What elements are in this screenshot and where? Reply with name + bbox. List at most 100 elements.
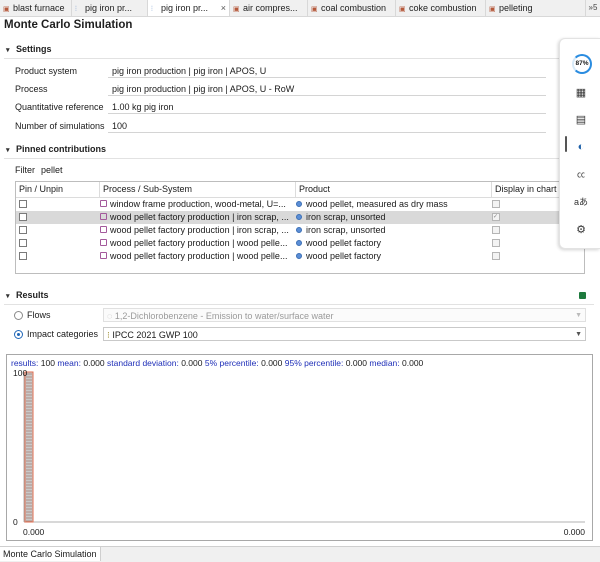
quantitative-reference-value: 1.00 kg pig iron (108, 100, 546, 114)
impact-category-select-value: IPCC 2021 GWP 100 (112, 330, 198, 340)
divider (4, 58, 594, 59)
table-row[interactable]: window frame production, wood-metal, U=.… (16, 198, 584, 211)
pin-checkbox[interactable] (19, 212, 27, 221)
tab-monte-carlo-simulation[interactable]: Monte Carlo Simulation (0, 547, 101, 561)
display-in-chart-checkbox-checked[interactable]: ✓ (492, 212, 500, 221)
tab-coal-combustion[interactable]: ▣ coal combustion (308, 0, 396, 16)
chevron-down-icon: ▾ (6, 293, 10, 300)
product-system-label: Product system (15, 66, 78, 76)
process-name: wood pellet factory production | wood pe… (110, 251, 288, 261)
product-system-link[interactable]: pig iron production | pig iron | APOS, U (108, 64, 546, 78)
column-header-product[interactable]: Product (296, 182, 492, 197)
section-title: Settings (16, 44, 52, 54)
table-header: Pin / Unpin Process / Sub-System Product… (16, 182, 584, 198)
filter-label: Filter (15, 165, 35, 175)
impact-categories-label: Impact categories (27, 329, 99, 339)
product-icon (296, 252, 302, 259)
editor-tab-bar: ▣ blast furnace ⫶ pig iron pr... ⫶ pig iron… (0, 0, 600, 17)
settings-section-header[interactable]: ▾ Settings (6, 42, 52, 56)
product-system-icon: ⫶ (151, 6, 153, 13)
process-icon: ▣ (3, 6, 10, 13)
tab-blast-furnace[interactable]: ▣ blast furnace (0, 0, 72, 16)
table-row[interactable]: wood pellet factory production | wood pe… (16, 250, 584, 263)
tab-pelleting[interactable]: ▣ pelleting (486, 0, 586, 16)
chip-icon[interactable]: ▦ (570, 82, 592, 104)
tab-pig-iron-2[interactable]: ⫶ pig iron pr... × (148, 0, 230, 16)
table-row[interactable]: wood pellet factory production | iron sc… (16, 211, 584, 224)
tab-label: coke combustion (409, 3, 477, 13)
process-name: wood pellet factory production | wood pe… (110, 238, 288, 248)
flow-select-value: 1,2-Dichlorobenzene - Emission to water/… (114, 311, 334, 321)
pinned-section-header[interactable]: ▾ Pinned contributions (6, 142, 106, 156)
monte-carlo-chart: results: 100 mean: 0.000 standard deviat… (6, 354, 593, 541)
number-of-simulations-input[interactable]: 100 (108, 119, 546, 133)
tab-air-compressor[interactable]: ▣ air compres... (230, 0, 308, 16)
pin-checkbox[interactable] (19, 238, 27, 247)
x-tick-label-left: 0.000 (23, 527, 45, 537)
close-icon[interactable]: × (221, 0, 226, 16)
copilot-gauge-icon[interactable]: 87% (572, 54, 592, 74)
tab-label: pelleting (499, 3, 533, 13)
divider (4, 158, 594, 159)
process-icon: ▣ (489, 6, 496, 13)
flow-icon: ◌ (107, 311, 113, 321)
edge-icon[interactable]: ◐ (570, 136, 592, 158)
settings-icon[interactable]: ⚙ (570, 219, 592, 241)
table-row[interactable]: wood pellet factory production | iron sc… (16, 224, 584, 237)
chevron-down-icon: ▼ (575, 312, 582, 319)
chevron-down-icon: ▾ (6, 147, 10, 154)
flows-radio[interactable] (14, 311, 23, 320)
product-icon (296, 226, 302, 233)
column-header-process[interactable]: Process / Sub-System (100, 182, 296, 197)
product-icon (296, 213, 302, 220)
page-title: Monte Carlo Simulation (4, 19, 133, 31)
display-in-chart-checkbox[interactable] (492, 238, 500, 247)
process-name: wood pellet factory production | iron sc… (110, 212, 289, 222)
process-label: Process (15, 84, 48, 94)
active-indicator (565, 136, 567, 152)
process-icon: ▣ (233, 6, 240, 13)
pin-checkbox[interactable] (19, 225, 27, 234)
process-icon (100, 226, 107, 234)
pin-checkbox[interactable] (19, 199, 27, 208)
process-name: window frame production, wood-metal, U=.… (110, 199, 286, 209)
tab-label: pig iron pr... (85, 3, 133, 13)
display-in-chart-checkbox[interactable] (492, 225, 500, 234)
column-header-pin[interactable]: Pin / Unpin (16, 182, 100, 197)
tab-coke-combustion[interactable]: ▣ coke combustion (396, 0, 486, 16)
product-icon (296, 239, 302, 246)
results-section-header[interactable]: ▾ Results (6, 288, 49, 302)
caption-icon[interactable]: ㏄ (570, 164, 592, 186)
note-icon[interactable]: ▤ (570, 109, 592, 131)
tab-label: blast furnace (13, 3, 65, 13)
tab-label: pig iron pr... (161, 3, 209, 13)
process-icon: ▣ (311, 6, 318, 13)
table-row[interactable]: wood pellet factory production | wood pe… (16, 237, 584, 250)
flow-select[interactable]: ◌ 1,2-Dichlorobenzene - Emission to wate… (103, 308, 586, 322)
translate-icon[interactable]: aあ (570, 191, 592, 213)
excel-export-icon[interactable] (579, 292, 586, 299)
product-name: wood pellet factory (306, 251, 382, 261)
divider (4, 304, 594, 305)
impact-category-select[interactable]: ⁝ IPCC 2021 GWP 100 ▼ (103, 327, 586, 341)
tab-overflow-button[interactable]: »5 (586, 0, 600, 16)
display-in-chart-checkbox[interactable] (492, 251, 500, 260)
impact-category-icon: ⁝ (107, 330, 110, 340)
pin-checkbox[interactable] (19, 251, 27, 260)
y-tick-label-max: 100 (13, 368, 27, 378)
histogram-svg: 100 0 0.000 0.000 (13, 368, 585, 537)
y-tick-label-min: 0 (13, 517, 18, 527)
histogram-bar (24, 371, 34, 523)
bottom-tab-bar: Monte Carlo Simulation (0, 546, 600, 562)
number-of-simulations-label: Number of simulations (15, 121, 105, 131)
section-title: Pinned contributions (16, 144, 106, 154)
filter-input[interactable]: pellet (40, 163, 240, 177)
process-name: wood pellet factory production | iron sc… (110, 225, 289, 235)
tab-pig-iron-1[interactable]: ⫶ pig iron pr... (72, 0, 148, 16)
tab-label: air compres... (243, 3, 298, 13)
impact-categories-radio[interactable] (14, 330, 23, 339)
display-in-chart-checkbox[interactable] (492, 199, 500, 208)
product-icon (296, 200, 302, 207)
section-title: Results (16, 290, 49, 300)
process-link[interactable]: pig iron production | pig iron | APOS, U… (108, 82, 546, 96)
